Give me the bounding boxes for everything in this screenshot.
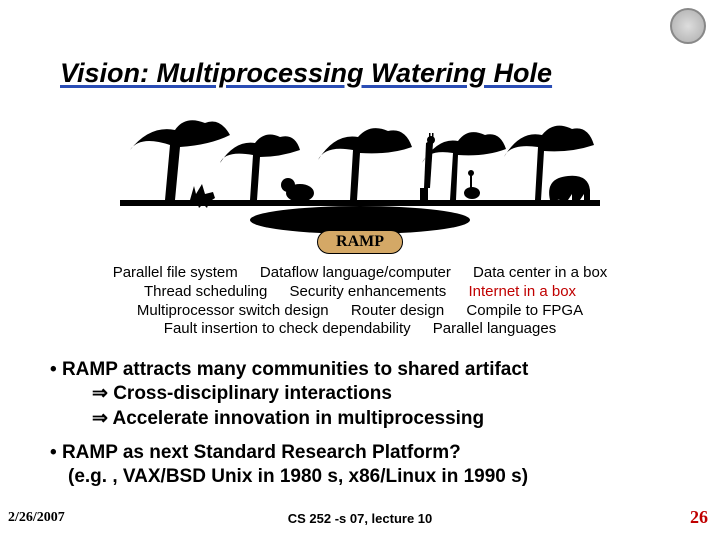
topic: Parallel file system xyxy=(113,264,238,281)
slide-title: Vision: Multiprocessing Watering Hole xyxy=(60,58,552,89)
bullet-list: • RAMP attracts many communities to shar… xyxy=(50,358,670,500)
topic: Parallel languages xyxy=(433,320,556,337)
bullet-sub: ⇒ Accelerate innovation in multiprocessi… xyxy=(50,408,484,429)
watering-hole-illustration xyxy=(120,105,600,235)
bullet-sub: (e.g. , VAX/BSD Unix in 1980 s, x86/Linu… xyxy=(50,466,528,487)
bullet-text: RAMP attracts many communities to shared… xyxy=(62,359,528,380)
topic: Security enhancements xyxy=(290,283,447,300)
topic: Fault insertion to check dependability xyxy=(164,320,411,337)
topic: Thread scheduling xyxy=(144,283,267,300)
topic: Data center in a box xyxy=(473,264,607,281)
footer-page-number: 26 xyxy=(690,507,708,528)
footer-date: 2/26/2007 xyxy=(8,510,65,526)
topic: Compile to FPGA xyxy=(466,302,583,319)
topic-highlight: Internet in a box xyxy=(468,283,576,300)
topic: Dataflow language/computer xyxy=(260,264,451,281)
topic-cloud: Parallel file system Dataflow language/c… xyxy=(0,264,720,339)
ramp-label: RAMP xyxy=(317,230,403,254)
bullet-text: RAMP as next Standard Research Platform? xyxy=(62,442,461,463)
university-seal-icon xyxy=(670,8,706,44)
topic: Router design xyxy=(351,302,444,319)
footer-course: CS 252 -s 07, lecture 10 xyxy=(288,511,433,526)
topic: Multiprocessor switch design xyxy=(137,302,329,319)
bullet-sub: ⇒ Cross-disciplinary interactions xyxy=(50,383,392,404)
